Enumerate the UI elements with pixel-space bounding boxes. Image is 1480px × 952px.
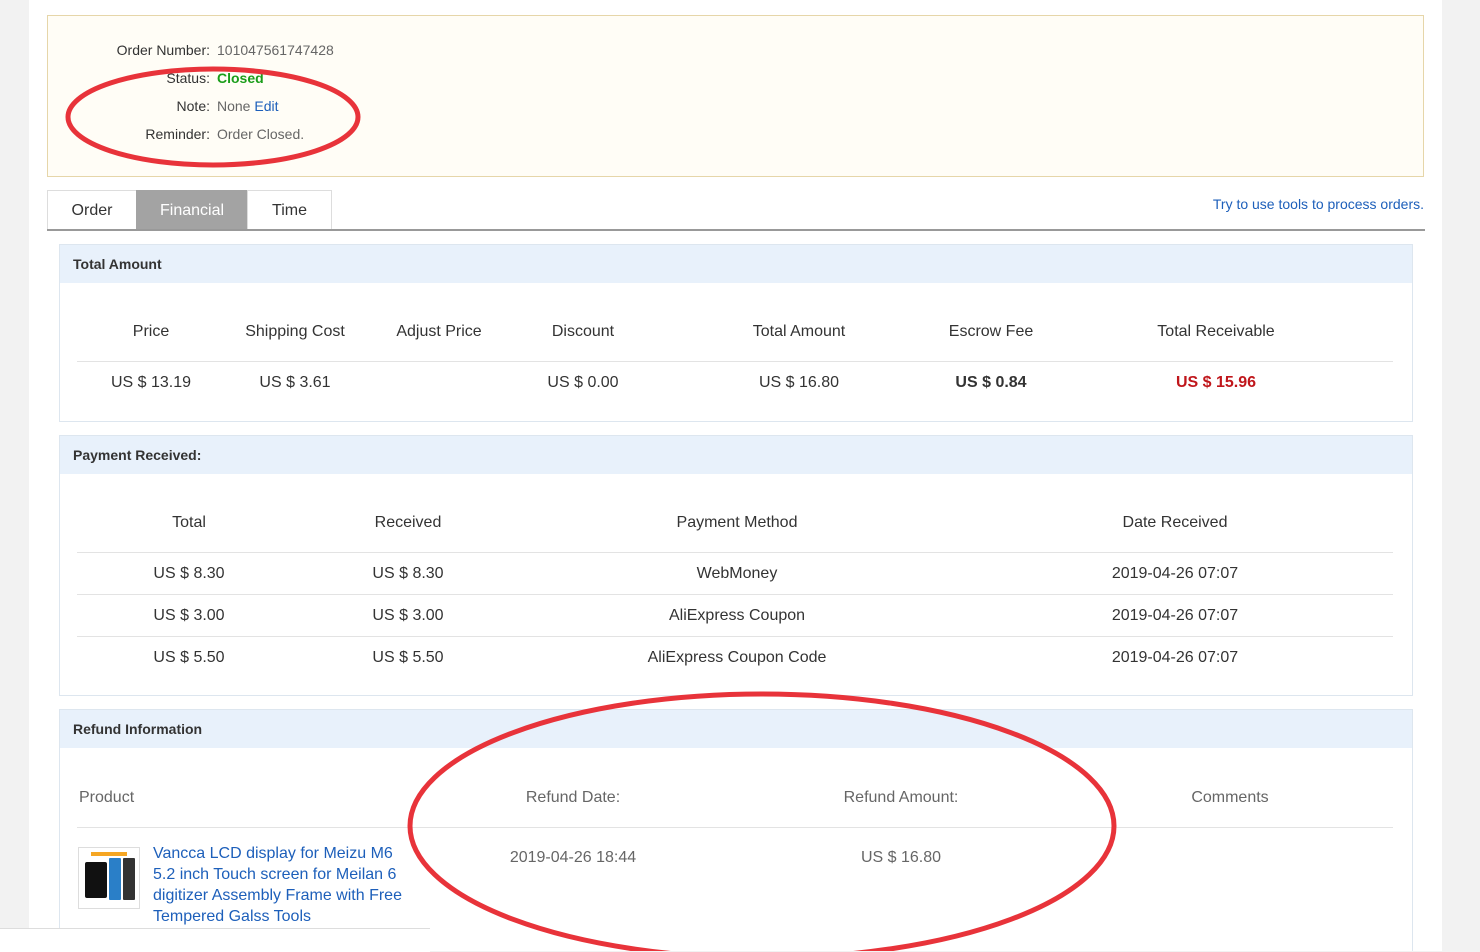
divider (77, 827, 1393, 828)
th-payment-method: Payment Method (676, 514, 798, 531)
tools-link[interactable]: Try to use tools to process orders. (1213, 195, 1424, 213)
escrow-fee-value: US $ 0.84 (955, 374, 1027, 391)
th-refund-amount: Refund Amount: (843, 789, 959, 806)
order-number-label: Order Number: (116, 42, 210, 58)
status-label: Status: (166, 70, 210, 86)
payment-received: US $ 3.00 (372, 607, 444, 624)
payment-method: WebMoney (696, 565, 778, 582)
th-received: Received (374, 514, 442, 531)
tab-underline (47, 229, 1425, 231)
note-edit-link[interactable]: Edit (254, 98, 278, 114)
th-total-amount: Total Amount (752, 323, 846, 340)
th-escrow-fee: Escrow Fee (948, 323, 1034, 340)
status-value: Closed (217, 70, 264, 86)
order-summary-box: Order Number: 101047561747428 Status: Cl… (47, 15, 1424, 177)
price-value: US $ 13.19 (110, 374, 192, 391)
th-total-receivable: Total Receivable (1157, 323, 1275, 340)
tab-order[interactable]: Order (47, 190, 137, 229)
reminder-value: Order Closed. (217, 126, 305, 142)
thumb-graphic (109, 858, 121, 900)
shipping-cost-value: US $ 3.61 (259, 374, 331, 391)
total-amount-title: Total Amount (60, 245, 1412, 283)
payment-received-title: Payment Received: (60, 436, 1412, 474)
payment-date: 2019-04-26 07:07 (1111, 649, 1239, 666)
divider (77, 552, 1393, 553)
total-receivable-value: US $ 15.96 (1175, 374, 1257, 391)
tab-financial[interactable]: Financial (136, 190, 248, 229)
th-adjust-price: Adjust Price (396, 323, 482, 340)
tab-time[interactable]: Time (247, 190, 332, 229)
note-row: Note: None Edit (48, 96, 1425, 116)
refund-info-title: Refund Information (60, 710, 1412, 748)
discount-value: US $ 0.00 (547, 374, 619, 391)
th-date-received: Date Received (1122, 514, 1228, 531)
reminder-row: Reminder: Order Closed. (48, 124, 1425, 144)
th-total: Total (172, 514, 206, 531)
divider (77, 594, 1393, 595)
reminder-label: Reminder: (145, 126, 210, 142)
total-amount-panel: Total Amount Price Shipping Cost Adjust … (59, 244, 1413, 422)
payment-total: US $ 8.30 (153, 565, 225, 582)
th-comments: Comments (1191, 789, 1269, 806)
payment-date: 2019-04-26 07:07 (1111, 565, 1239, 582)
payment-received: US $ 5.50 (372, 649, 444, 666)
th-refund-date: Refund Date: (525, 789, 621, 806)
divider (77, 361, 1393, 362)
payment-total: US $ 3.00 (153, 607, 225, 624)
th-discount: Discount (551, 323, 615, 340)
refund-date-value: 2019-04-26 18:44 (509, 849, 637, 866)
refund-info-panel: Refund Information Product Refund Date: … (59, 709, 1413, 951)
payment-received-panel: Payment Received: Total Received Payment… (59, 435, 1413, 696)
product-thumbnail[interactable] (78, 847, 140, 909)
payment-received: US $ 8.30 (372, 565, 444, 582)
product-title-link[interactable]: Vancca LCD display for Meizu M6 5.2 inch… (153, 843, 413, 927)
total-amount-value: US $ 16.80 (758, 374, 840, 391)
horizontal-scrollbar[interactable] (0, 928, 430, 952)
payment-date: 2019-04-26 07:07 (1111, 607, 1239, 624)
thumb-graphic (85, 862, 107, 898)
th-shipping-cost: Shipping Cost (245, 323, 345, 340)
thumb-graphic (91, 852, 127, 856)
th-product: Product (79, 789, 135, 806)
status-row: Status: Closed (48, 68, 1425, 88)
order-number-value: 101047561747428 (217, 42, 334, 58)
th-price: Price (132, 323, 170, 340)
payment-total: US $ 5.50 (153, 649, 225, 666)
refund-amount-value: US $ 16.80 (860, 849, 942, 866)
thumb-graphic (123, 858, 135, 900)
note-value: None Edit (217, 96, 278, 116)
divider (77, 636, 1393, 637)
payment-method: AliExpress Coupon Code (647, 649, 827, 666)
order-number-row: Order Number: 101047561747428 (48, 40, 1425, 60)
note-text: None (217, 98, 251, 114)
note-label: Note: (176, 98, 210, 114)
payment-method: AliExpress Coupon (668, 607, 806, 624)
